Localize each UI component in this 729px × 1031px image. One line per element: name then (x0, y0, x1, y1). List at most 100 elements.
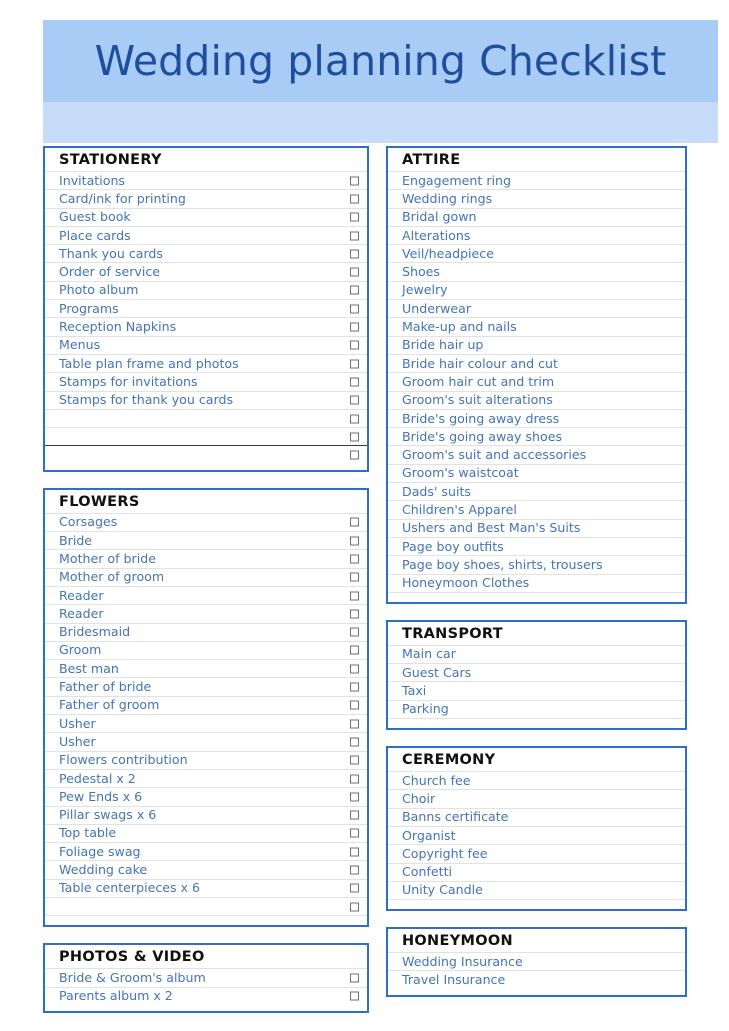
checklist-row: Bride (45, 531, 367, 549)
checklist-row: Ushers and Best Man's Suits (388, 518, 685, 537)
checklist-row: Unity Candle (388, 880, 685, 899)
checklist-item-label: Groom's suit alterations (402, 393, 553, 408)
checklist-item-label: Usher (59, 734, 96, 749)
checklist-row: Programs (45, 299, 367, 317)
checkbox-icon[interactable] (350, 774, 359, 784)
section-header: CEREMONY (402, 752, 496, 769)
section-rows: Main car Guest Cars Taxi Parking (388, 644, 685, 728)
checkbox-icon[interactable] (350, 340, 359, 350)
checkbox-icon[interactable] (350, 285, 359, 295)
checklist-row (45, 408, 367, 427)
checkbox-icon[interactable] (350, 572, 359, 582)
checkbox-icon[interactable] (350, 645, 359, 655)
checklist-item-label: Order of service (59, 265, 161, 280)
checkbox-icon[interactable] (350, 322, 359, 332)
right-column: ATTIRE Engagement ring Wedding rings Bridal… (386, 146, 687, 1013)
checklist-item-label: Veil/headpiece (402, 246, 494, 261)
checklist-item-label: Best man (59, 661, 119, 676)
checkbox-icon[interactable] (350, 591, 359, 601)
checklist-row: Engagement ring (388, 171, 685, 189)
checkbox-icon[interactable] (350, 627, 359, 637)
checklist-item-label: Groom's waistcoat (402, 466, 519, 481)
checklist-item-label: Mother of bride (59, 551, 156, 566)
checklist-row: Page boy shoes, shirts, trousers (388, 555, 685, 573)
checklist-item-label: Corsages (59, 515, 118, 530)
checkbox-icon[interactable] (350, 828, 359, 838)
checkbox-icon[interactable] (350, 810, 359, 820)
checklist-item-label: Underwear (402, 301, 472, 316)
checklist-item-label: Organist (402, 828, 456, 843)
checkbox-icon[interactable] (350, 395, 359, 405)
checklist-row: Card/ink for printing (45, 189, 367, 207)
checkbox-icon[interactable] (350, 755, 359, 765)
checkbox-icon[interactable] (350, 377, 359, 387)
section-tail-spacer (388, 899, 685, 909)
checklist-item-label: Table plan frame and photos (59, 356, 239, 371)
checklist-item-label: Page boy shoes, shirts, trousers (402, 557, 603, 572)
checkbox-icon[interactable] (350, 973, 359, 983)
checkbox-icon[interactable] (350, 865, 359, 875)
checkbox-icon[interactable] (350, 792, 359, 802)
checklist-item-label: Father of groom (59, 698, 160, 713)
checkbox-icon[interactable] (350, 304, 359, 314)
checklist-row: Usher (45, 714, 367, 732)
checklist-item-label: Bride (59, 533, 93, 548)
section-rows: Wedding Insurance Travel Insurance (388, 952, 685, 995)
checklist-item-label: Choir (402, 791, 436, 806)
checkbox-icon[interactable] (350, 176, 359, 186)
checkbox-icon[interactable] (350, 432, 359, 442)
checkbox-icon[interactable] (350, 737, 359, 747)
checkbox-icon[interactable] (350, 682, 359, 692)
checklist-row: Parking (388, 699, 685, 718)
checklist-item-label: Bride's going away dress (402, 411, 560, 426)
checklist-item-label: Shoes (402, 265, 440, 280)
checklist-row: Bride's going away dress (388, 408, 685, 427)
checklist-item-label: Wedding rings (402, 191, 493, 206)
checkbox-icon[interactable] (350, 609, 359, 619)
checkbox-icon[interactable] (350, 450, 359, 460)
checklist-item-label: Pillar swags x 6 (59, 808, 157, 823)
checkbox-icon[interactable] (350, 194, 359, 204)
checkbox-icon[interactable] (350, 719, 359, 729)
checkbox-icon[interactable] (350, 991, 359, 1001)
checkbox-icon[interactable] (350, 231, 359, 241)
checkbox-icon[interactable] (350, 359, 359, 369)
checklist-item-label: Parents album x 2 (59, 989, 173, 1004)
checkbox-icon[interactable] (350, 664, 359, 674)
checklist-row: Guest Cars (388, 663, 685, 681)
checklist-row: Usher (45, 732, 367, 750)
checkbox-icon[interactable] (350, 883, 359, 893)
checklist-item-label: Unity Candle (402, 883, 483, 898)
checklist-item-label: Church fee (402, 773, 471, 788)
checklist-row: Order of service (45, 262, 367, 280)
checklist-row: Alterations (388, 225, 685, 244)
left-column: STATIONERY Invitations Card/ink for printi… (43, 146, 369, 1029)
checklist-row: Bride hair up (388, 335, 685, 354)
checklist-item-label: Reception Napkins (59, 320, 177, 335)
checklist-item-label: Guest book (59, 210, 131, 225)
checklist-row: Guest book (45, 207, 367, 226)
section-tail-spacer (388, 989, 685, 995)
checklist-item-label: Copyright fee (402, 846, 488, 861)
checklist-item-label: Flowers contribution (59, 753, 188, 768)
checklist-row: Banns certificate (388, 807, 685, 826)
checkbox-icon[interactable] (350, 902, 359, 912)
checklist-row: Pillar swags x 6 (45, 805, 367, 824)
checkbox-icon[interactable] (350, 847, 359, 857)
checkbox-icon[interactable] (350, 249, 359, 259)
checkbox-icon[interactable] (350, 536, 359, 546)
checklist-row: Flowers contribution (45, 750, 367, 769)
section-ceremony: CEREMONY Church fee Choir Banns certificate… (386, 746, 687, 912)
checkbox-icon[interactable] (350, 267, 359, 277)
checklist-row: Parents album x 2 (45, 986, 367, 1005)
checkbox-icon[interactable] (350, 700, 359, 710)
checklist-item-label: Bridal gown (402, 210, 477, 225)
checklist-item-label: Card/ink for printing (59, 191, 186, 206)
checkbox-icon[interactable] (350, 212, 359, 222)
section-tail-spacer (45, 915, 367, 925)
checkbox-icon[interactable] (350, 517, 359, 527)
checklist-row: Stamps for invitations (45, 372, 367, 390)
checkbox-icon[interactable] (350, 554, 359, 564)
section-rows: Bride & Groom's album Parents album x 2 (45, 968, 367, 1011)
checkbox-icon[interactable] (350, 414, 359, 423)
